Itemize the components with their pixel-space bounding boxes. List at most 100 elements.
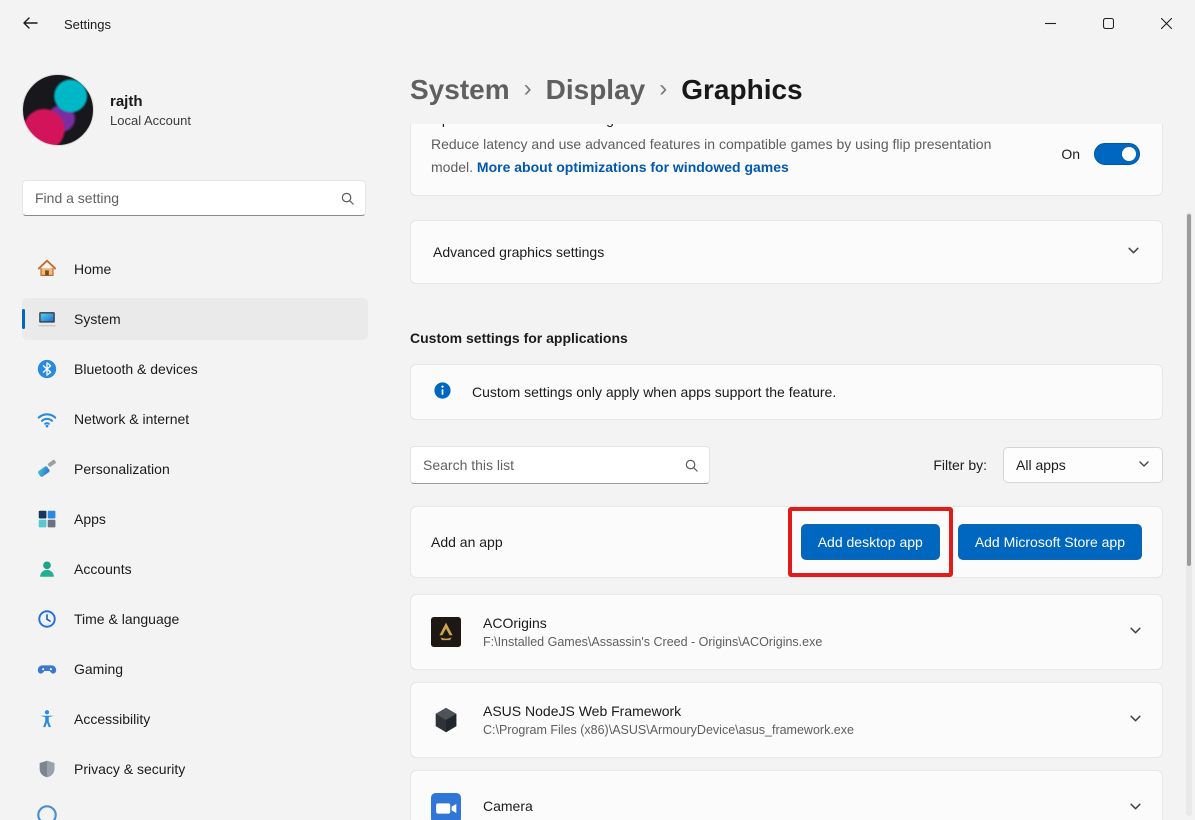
filter-dropdown[interactable]: All apps: [1003, 447, 1163, 483]
window-controls: [1021, 0, 1195, 48]
info-banner-text: Custom settings only apply when apps sup…: [472, 384, 836, 400]
app-path: C:\Program Files (x86)\ASUS\ArmouryDevic…: [483, 723, 1107, 737]
sidebar-item-time-language[interactable]: Time & language: [22, 598, 368, 640]
filter-group: Filter by: All apps: [933, 447, 1163, 483]
breadcrumb: System › Display › Graphics: [410, 70, 803, 110]
sidebar-item-accessibility[interactable]: Accessibility: [22, 698, 368, 740]
chevron-down-icon[interactable]: [1129, 800, 1142, 816]
optimizations-toggle-group: On: [1061, 143, 1140, 165]
app-row-acorigins[interactable]: ACOrigins F:\Installed Games\Assassin's …: [410, 594, 1163, 670]
optimizations-learn-more-link[interactable]: More about optimizations for windowed ga…: [477, 159, 789, 175]
sidebar-item-privacy-security[interactable]: Privacy & security: [22, 748, 368, 790]
camera-app-icon: [431, 793, 461, 820]
list-controls-row: Filter by: All apps: [410, 446, 1163, 484]
sidebar-item-label: Privacy & security: [74, 761, 185, 777]
chevron-down-icon[interactable]: [1129, 712, 1142, 728]
home-icon: [36, 258, 58, 280]
app-row-asus-nodejs[interactable]: ASUS NodeJS Web Framework C:\Program Fil…: [410, 682, 1163, 758]
chevron-down-icon[interactable]: [1129, 624, 1142, 640]
titlebar: Settings: [0, 0, 1195, 48]
info-icon: [433, 381, 452, 403]
bluetooth-icon: [36, 358, 58, 380]
chevron-down-icon: [1138, 457, 1150, 473]
avatar: [22, 74, 94, 146]
optimizations-card: Optimizations for windowed games Reduce …: [410, 124, 1163, 196]
apps-grid-icon: [36, 508, 58, 530]
sidebar-nav: Home System Bluetooth & devices Network …: [22, 248, 368, 790]
app-name: Camera: [483, 798, 1107, 814]
user-account[interactable]: rajth Local Account: [22, 74, 368, 146]
vertical-scrollbar: [1186, 212, 1192, 816]
toggle-state-label: On: [1061, 146, 1080, 162]
sidebar-item-system[interactable]: System: [22, 298, 368, 340]
app-name: ASUS NodeJS Web Framework: [483, 703, 1107, 719]
sidebar-item-personalization[interactable]: Personalization: [22, 448, 368, 490]
paintbrush-icon: [36, 458, 58, 480]
sidebar-item-network-internet[interactable]: Network & internet: [22, 398, 368, 440]
back-button[interactable]: [10, 7, 50, 41]
search-icon: [340, 191, 355, 209]
breadcrumb-separator-icon: ›: [659, 69, 667, 109]
settings-search-input[interactable]: [23, 181, 365, 215]
window-title: Settings: [64, 17, 111, 32]
sidebar-item-label: Apps: [74, 511, 106, 527]
optimizations-title: Optimizations for windowed games: [431, 124, 1012, 127]
app-info: ACOrigins F:\Installed Games\Assassin's …: [483, 615, 1107, 649]
minimize-button[interactable]: [1021, 0, 1079, 48]
sidebar-item-label: Accessibility: [74, 711, 150, 727]
add-app-card: Add an app Add desktop app Add Microsoft…: [410, 506, 1163, 578]
search-icon: [684, 458, 699, 476]
asus-app-icon: [431, 705, 461, 735]
settings-scroll-area: Optimizations for windowed games Reduce …: [410, 124, 1163, 820]
maximize-icon: [1103, 16, 1114, 32]
person-icon: [36, 558, 58, 580]
sidebar-item-apps[interactable]: Apps: [22, 498, 368, 540]
game-controller-icon: [36, 658, 58, 680]
advanced-graphics-title: Advanced graphics settings: [433, 244, 604, 260]
sidebar-item-label: Gaming: [74, 661, 123, 677]
chevron-down-icon[interactable]: [1127, 244, 1140, 260]
close-button[interactable]: [1137, 0, 1195, 48]
system-icon: [36, 308, 58, 330]
optimizations-toggle[interactable]: [1094, 143, 1140, 165]
user-name: rajth: [110, 93, 191, 110]
acorigins-app-icon: [431, 617, 461, 647]
sidebar-item-gaming[interactable]: Gaming: [22, 648, 368, 690]
filter-dropdown-value: All apps: [1016, 457, 1066, 473]
close-icon: [1161, 16, 1172, 32]
add-app-buttons: Add desktop app Add Microsoft Store app: [801, 524, 1142, 560]
add-app-label: Add an app: [431, 534, 801, 550]
sidebar-item-label: Network & internet: [74, 411, 189, 427]
shield-icon: [36, 758, 58, 780]
list-search: [410, 446, 710, 484]
list-search-input[interactable]: [411, 447, 709, 483]
info-banner: Custom settings only apply when apps sup…: [410, 364, 1163, 420]
settings-search: [22, 180, 366, 216]
breadcrumb-display[interactable]: Display: [546, 70, 646, 110]
page-title: Graphics: [681, 70, 802, 110]
scrollbar-thumb[interactable]: [1187, 214, 1191, 566]
filter-by-label: Filter by:: [933, 457, 987, 473]
sidebar-item-accounts[interactable]: Accounts: [22, 548, 368, 590]
user-account-type: Local Account: [110, 113, 191, 128]
breadcrumb-system[interactable]: System: [410, 70, 510, 110]
main-content: System › Display › Graphics Optimization…: [380, 48, 1195, 820]
minimize-icon: [1045, 16, 1056, 32]
sidebar-item-home[interactable]: Home: [22, 248, 368, 290]
windows-update-icon: [36, 804, 58, 820]
wifi-icon: [36, 408, 58, 430]
advanced-graphics-card[interactable]: Advanced graphics settings: [410, 220, 1163, 284]
sidebar-item-bluetooth-devices[interactable]: Bluetooth & devices: [22, 348, 368, 390]
maximize-button[interactable]: [1079, 0, 1137, 48]
sidebar-item-label: Personalization: [74, 461, 170, 477]
clock-icon: [36, 608, 58, 630]
app-info: Camera: [483, 798, 1107, 818]
sidebar-item-label: Home: [74, 261, 111, 277]
app-row-camera[interactable]: Camera: [410, 770, 1163, 820]
app-path: F:\Installed Games\Assassin's Creed - Or…: [483, 635, 1107, 649]
back-arrow-icon: [22, 15, 38, 34]
sidebar-item-label: Accounts: [74, 561, 132, 577]
add-desktop-app-button[interactable]: Add desktop app: [801, 524, 940, 560]
app-name: ACOrigins: [483, 615, 1107, 631]
add-store-app-button[interactable]: Add Microsoft Store app: [958, 524, 1142, 560]
